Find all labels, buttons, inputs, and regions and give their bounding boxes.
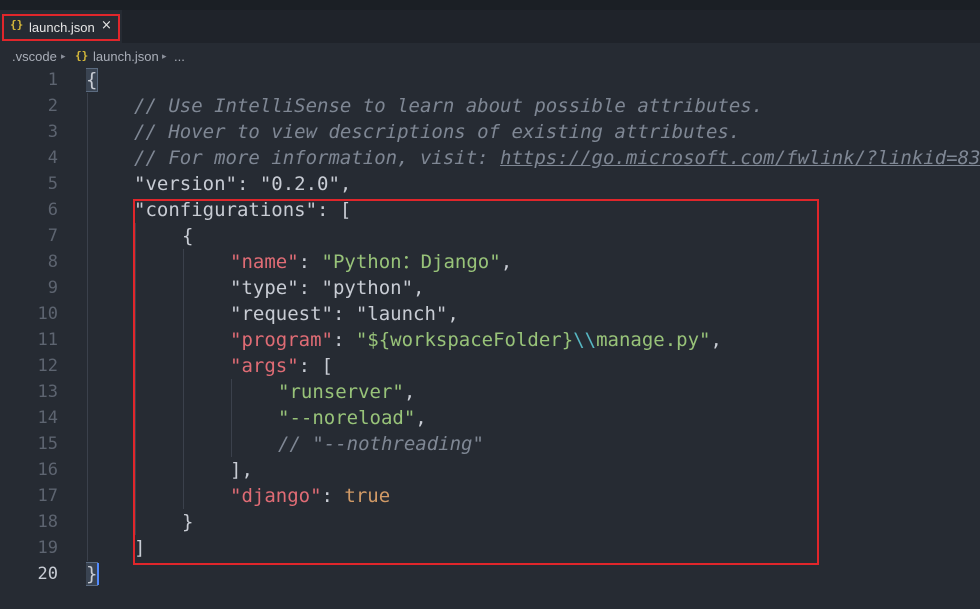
json-value: manage.py"	[596, 329, 711, 351]
code-line-17: "django": true	[230, 483, 390, 509]
json-bracket: ]	[134, 537, 146, 559]
bracket-open: {	[86, 68, 99, 92]
json-colon: :	[298, 251, 322, 273]
json-colon: :	[298, 277, 322, 299]
code-line-7: {	[182, 223, 193, 249]
json-comma: ,	[500, 251, 513, 273]
tab-bar: {} launch.json ×	[0, 10, 980, 43]
code-line-9: "type": "python",	[230, 275, 425, 301]
json-key: "configurations"	[134, 199, 318, 221]
code-editor[interactable]: 1 2 3 4 5 6 7 8 9 10 11 12 13 14 15 16 1…	[0, 67, 980, 609]
chevron-right-icon: ▸	[61, 51, 66, 61]
json-value: "${workspaceFolder}	[355, 329, 574, 351]
json-key: "name"	[230, 251, 299, 273]
line-number: 5	[47, 174, 58, 194]
code-line-8: "name": "Python：Django",	[230, 249, 512, 275]
bracket-close: }	[86, 562, 99, 586]
code-link[interactable]: https://go.microsoft.com/fwlink/?linkid=…	[500, 147, 980, 169]
code-line-12: "args": [	[230, 353, 333, 379]
line-number: 13	[37, 382, 58, 402]
code-comment: // For more information, visit:	[134, 147, 501, 169]
json-colon: :	[332, 303, 356, 325]
code-comment: // "--nothreading"	[278, 433, 484, 455]
line-number: 17	[37, 486, 58, 506]
line-number: 14	[37, 408, 58, 428]
json-key: "version"	[134, 173, 237, 195]
tab-launch-json[interactable]: {} launch.json ×	[0, 10, 122, 43]
line-number: 2	[47, 96, 58, 116]
code-comment: // Use IntelliSense to learn about possi…	[134, 95, 764, 117]
breadcrumb-folder[interactable]: .vscode	[12, 49, 57, 64]
json-escape: \\	[573, 329, 597, 351]
json-boolean: true	[344, 485, 391, 507]
line-number: 4	[47, 148, 58, 168]
code-area[interactable]: { // Use IntelliSense to learn about pos…	[86, 67, 980, 609]
line-number: 7	[47, 226, 58, 246]
json-punct: : [	[298, 355, 333, 377]
json-comma: ,	[415, 407, 427, 429]
code-line-2: // Use IntelliSense to learn about possi…	[134, 93, 763, 119]
code-line-18: }	[182, 509, 193, 535]
json-comma: ,	[447, 303, 459, 325]
code-line-1: {	[86, 67, 99, 93]
json-value: "--noreload"	[278, 407, 416, 429]
json-punct: : [	[317, 199, 352, 221]
code-line-14: "--noreload",	[278, 405, 427, 431]
json-value: "Python：Django"	[321, 251, 501, 273]
json-key: "args"	[230, 355, 299, 377]
breadcrumb-file[interactable]: launch.json	[93, 49, 159, 64]
line-number: 6	[47, 200, 58, 220]
line-number: 3	[47, 122, 58, 142]
line-number: 15	[37, 434, 58, 454]
json-key: "type"	[230, 277, 299, 299]
line-number: 19	[37, 538, 58, 558]
breadcrumb: .vscode ▸ {} launch.json ▸ ...	[0, 43, 980, 67]
json-colon: :	[332, 329, 356, 351]
chevron-right-icon: ▸	[162, 51, 167, 61]
json-comma: ,	[710, 329, 722, 351]
code-comment: // Hover to view descriptions of existin…	[134, 121, 741, 143]
json-brace: }	[182, 511, 194, 533]
json-value: "launch"	[355, 303, 448, 325]
code-line-16: ],	[230, 457, 253, 483]
json-key: "request"	[230, 303, 333, 325]
breadcrumb-more[interactable]: ...	[174, 49, 185, 64]
code-line-15: // "--nothreading"	[278, 431, 484, 457]
line-number-active: 20	[37, 564, 58, 584]
code-line-10: "request": "launch",	[230, 301, 459, 327]
line-number: 8	[47, 252, 58, 272]
json-brace: {	[182, 225, 194, 247]
json-comma: ,	[413, 277, 425, 299]
json-value: "python"	[321, 277, 414, 299]
code-line-20: }	[86, 561, 99, 587]
line-number: 18	[37, 512, 58, 532]
code-line-11: "program": "${workspaceFolder}\\manage.p…	[230, 327, 722, 353]
tab-highlight-box	[2, 14, 120, 41]
line-number: 11	[37, 330, 58, 350]
json-comma: ,	[339, 173, 352, 195]
json-colon: :	[321, 485, 345, 507]
code-line-5: "version": "0.2.0",	[134, 171, 351, 197]
code-line-6: "configurations": [	[134, 197, 351, 223]
json-braces-icon: {}	[75, 49, 89, 62]
line-number: 12	[37, 356, 58, 376]
json-value: "0.2.0"	[259, 173, 340, 195]
line-number: 1	[47, 70, 58, 90]
line-number: 10	[37, 304, 58, 324]
json-key: "program"	[230, 329, 333, 351]
line-number: 9	[47, 278, 58, 298]
json-punct: ],	[230, 459, 253, 481]
json-colon: :	[236, 173, 260, 195]
code-line-3: // Hover to view descriptions of existin…	[134, 119, 740, 145]
title-strip	[0, 0, 980, 10]
code-line-19: ]	[134, 535, 145, 561]
text-cursor	[97, 563, 99, 585]
line-number-gutter: 1 2 3 4 5 6 7 8 9 10 11 12 13 14 15 16 1…	[0, 67, 70, 609]
json-key: "django"	[230, 485, 322, 507]
line-number: 16	[37, 460, 58, 480]
code-line-4: // For more information, visit: https://…	[134, 145, 980, 171]
code-line-13: "runserver",	[278, 379, 415, 405]
json-value: "runserver"	[278, 381, 404, 403]
json-comma: ,	[403, 381, 416, 403]
